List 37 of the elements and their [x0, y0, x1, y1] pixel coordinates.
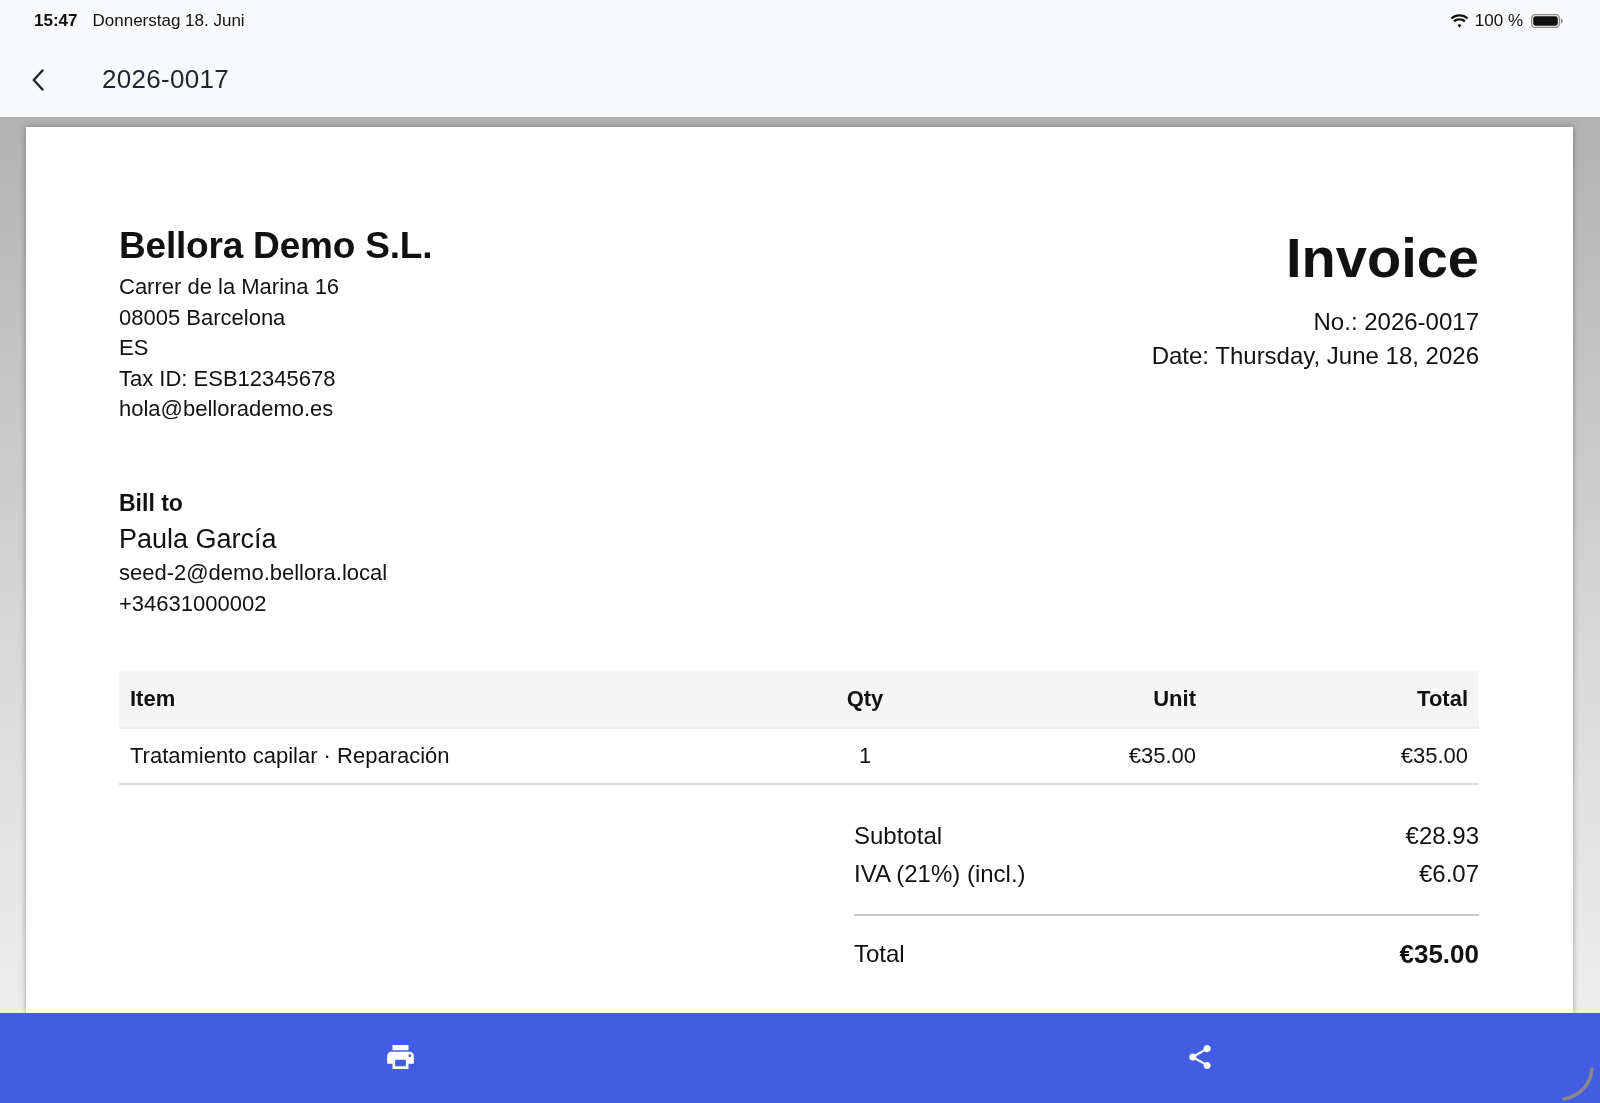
- column-header: Qty: [785, 671, 945, 729]
- printer-icon: [386, 1045, 414, 1069]
- total-value: €35.00: [1399, 938, 1479, 972]
- battery-percent: 100 %: [1474, 11, 1523, 31]
- customer-detail: seed-2@demo.bellora.local: [119, 558, 389, 587]
- invoice-number: No.: 2026-0017: [1312, 307, 1479, 337]
- battery-icon: [1531, 14, 1563, 28]
- summary-value: €6.07: [1418, 859, 1479, 890]
- invoice-date: Date: Thursday, June 18, 2026: [1151, 341, 1479, 371]
- company-detail: 08005 Barcelona: [119, 303, 287, 332]
- table-cell: €35.00: [1207, 728, 1479, 785]
- bill-to-label: Bill to: [119, 488, 184, 517]
- page-title: 2026-0017: [102, 64, 230, 95]
- company-detail: ES: [119, 334, 150, 363]
- status-date: Donnerstag 18. Juni: [92, 11, 245, 31]
- company-detail: hola@bellorademo.es: [119, 395, 335, 424]
- column-header: Total: [1207, 671, 1479, 729]
- summary-label: IVA (21%) (incl.): [854, 859, 1026, 890]
- table-cell: 1: [785, 728, 945, 785]
- total-label: Total: [854, 939, 905, 970]
- summary-label: Subtotal: [854, 821, 943, 852]
- customer-detail: +34631000002: [119, 589, 268, 618]
- status-time: 15:47: [34, 11, 78, 31]
- chevron-left-icon: [32, 68, 44, 91]
- column-header: Unit: [945, 671, 1207, 729]
- customer-name: Paula García: [119, 522, 278, 556]
- document-title: Invoice: [1285, 227, 1479, 289]
- company-detail: Carrer de la Marina 16: [119, 273, 341, 301]
- table-cell: Tratamiento capilar · Reparación: [119, 728, 785, 785]
- summary-value: €28.93: [1405, 821, 1479, 852]
- company-name: Bellora Demo S.L.: [119, 225, 433, 267]
- company-detail: Tax ID: ESB12345678: [119, 364, 337, 393]
- column-header: Item: [119, 671, 785, 729]
- share-icon: [1189, 1045, 1211, 1069]
- wifi-icon: [1449, 14, 1469, 28]
- corner-arc-icon: [1562, 1067, 1594, 1101]
- table-cell: €35.00: [945, 728, 1207, 785]
